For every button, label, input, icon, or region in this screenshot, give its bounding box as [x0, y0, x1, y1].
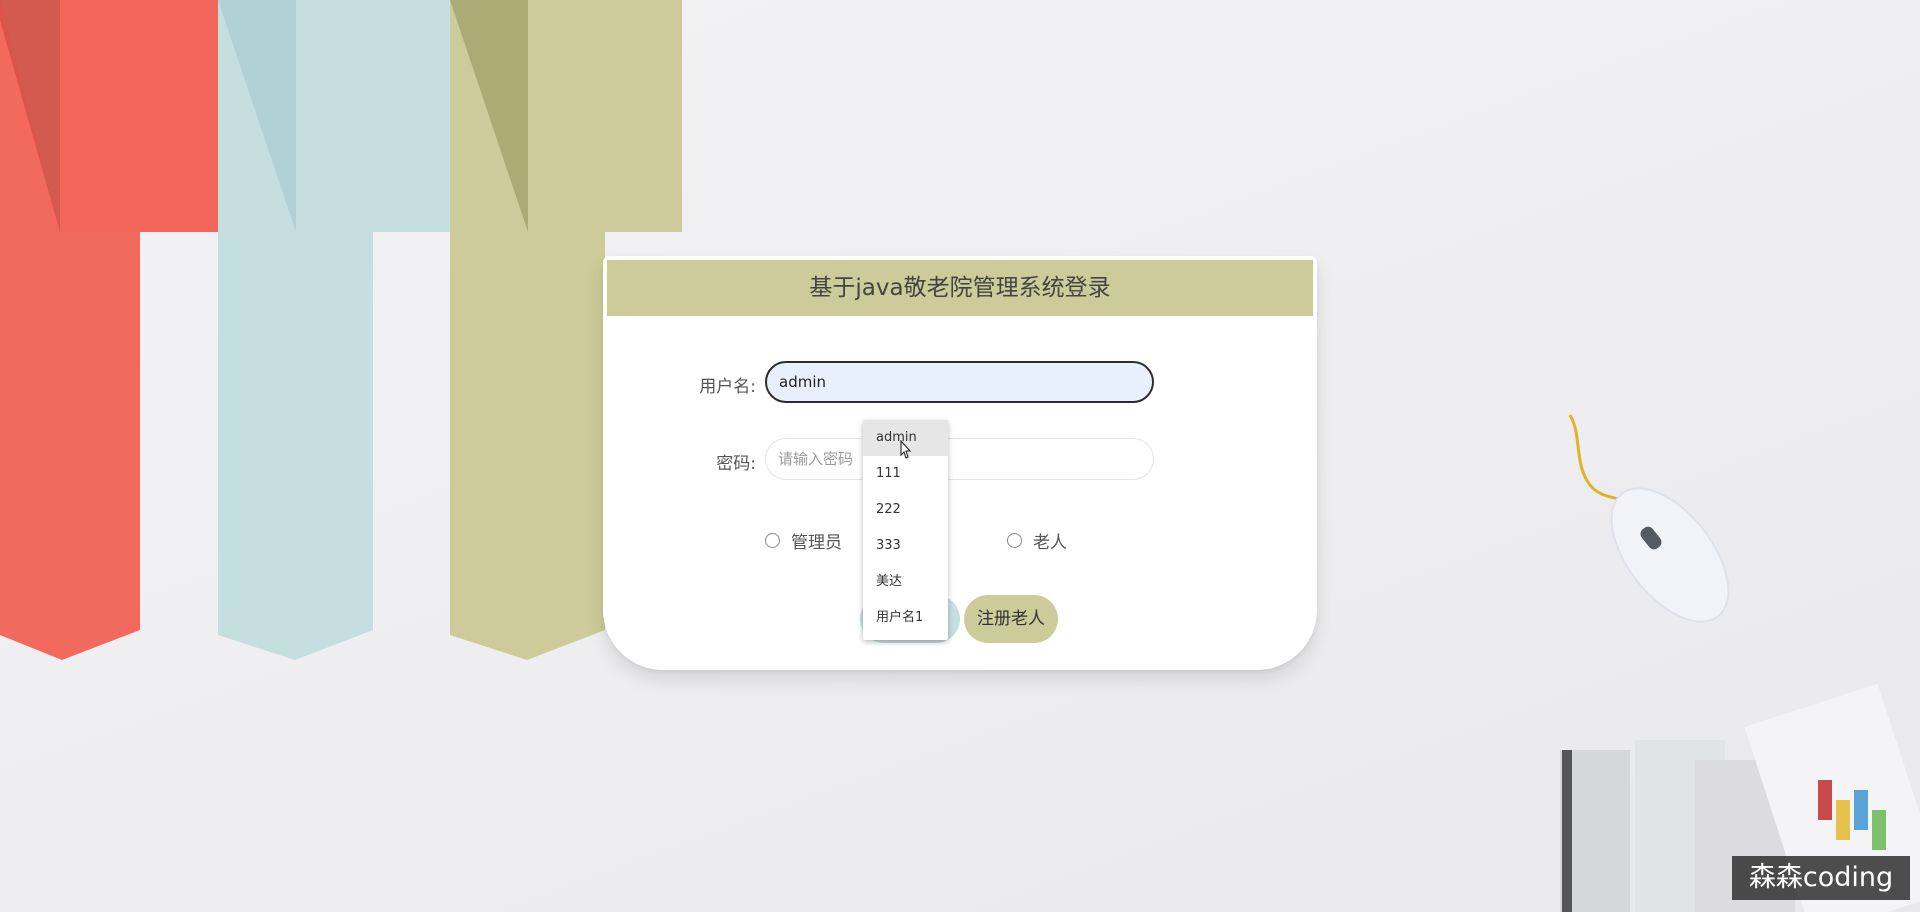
password-label: 密码:	[716, 454, 756, 474]
page-background: 基于java敬老院管理系统登录 用户名: 密码: 管理员 人员 老人 注册老人 …	[0, 0, 1920, 912]
blue-banner-decoration	[218, 0, 458, 660]
role-label: 管理员	[791, 533, 842, 553]
computer-mouse-decoration	[1560, 410, 1760, 664]
autocomplete-item[interactable]: 222	[863, 492, 948, 528]
password-input[interactable]	[765, 438, 1154, 480]
register-elder-button[interactable]: 注册老人	[964, 595, 1058, 643]
autocomplete-item[interactable]: 用户名1	[863, 600, 948, 636]
username-input[interactable]	[765, 361, 1154, 403]
role-radio-elder[interactable]: 老人	[1007, 528, 1067, 553]
red-banner-decoration	[0, 0, 220, 660]
watermark-label: 森森coding	[1732, 856, 1910, 900]
username-label: 用户名:	[699, 377, 756, 397]
pointer-cursor-icon	[897, 439, 913, 466]
autocomplete-item[interactable]: 美达	[863, 564, 948, 600]
role-label: 老人	[1033, 533, 1067, 553]
radio-circle[interactable]	[1007, 533, 1022, 548]
role-radio-admin[interactable]: 管理员	[765, 528, 842, 553]
login-title: 基于java敬老院管理系统登录	[607, 260, 1313, 316]
autocomplete-item[interactable]: 333	[863, 528, 948, 564]
radio-circle[interactable]	[765, 533, 780, 548]
